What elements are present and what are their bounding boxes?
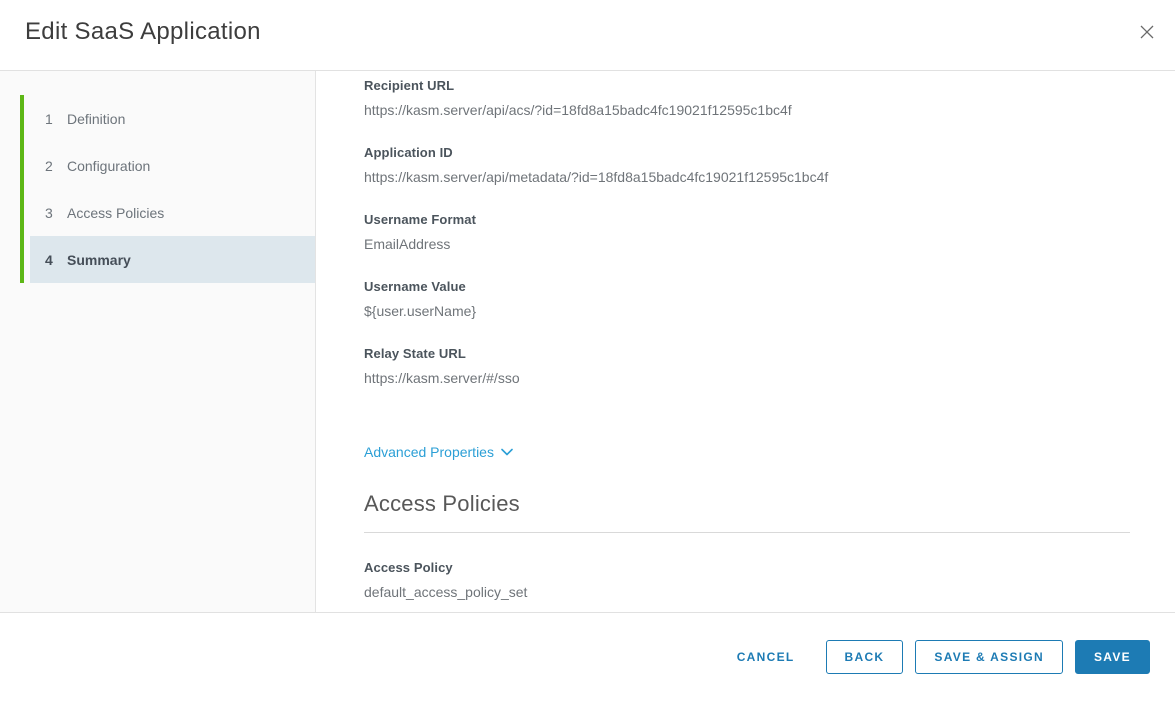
wizard-step-summary[interactable]: 4 Summary <box>30 236 315 283</box>
advanced-properties-label: Advanced Properties <box>364 444 494 460</box>
step-number: 1 <box>45 111 58 127</box>
access-policies-heading: Access Policies <box>364 491 1130 517</box>
field-username-value: Username Value ${user.userName} <box>364 279 1130 319</box>
dialog-header: Edit SaaS Application <box>0 0 1175 71</box>
step-label: Configuration <box>67 158 150 174</box>
wizard-progress-bar <box>20 95 24 283</box>
dialog-footer: CANCEL BACK SAVE & ASSIGN SAVE <box>0 613 1175 701</box>
save-assign-button[interactable]: SAVE & ASSIGN <box>915 640 1063 674</box>
dialog-body: 1 Definition 2 Configuration 3 Access Po… <box>0 71 1175 613</box>
save-button[interactable]: SAVE <box>1075 640 1150 674</box>
wizard-step-access-policies[interactable]: 3 Access Policies <box>30 189 315 236</box>
close-icon[interactable] <box>1133 18 1161 46</box>
step-label: Definition <box>67 111 125 127</box>
field-label: Recipient URL <box>364 78 1130 93</box>
field-access-policy: Access Policy default_access_policy_set <box>364 560 1130 600</box>
field-value: https://kasm.server/api/acs/?id=18fd8a15… <box>364 102 1130 118</box>
wizard-step-list: 1 Definition 2 Configuration 3 Access Po… <box>30 95 315 283</box>
step-label: Summary <box>67 252 131 268</box>
back-button[interactable]: BACK <box>826 640 904 674</box>
cancel-button[interactable]: CANCEL <box>727 640 805 674</box>
wizard-steps-sidebar: 1 Definition 2 Configuration 3 Access Po… <box>0 71 316 612</box>
wizard-step-definition[interactable]: 1 Definition <box>30 95 315 142</box>
field-application-id: Application ID https://kasm.server/api/m… <box>364 145 1130 185</box>
field-value: https://kasm.server/#/sso <box>364 370 1130 386</box>
advanced-properties-toggle[interactable]: Advanced Properties <box>364 444 513 460</box>
step-number: 4 <box>45 252 58 268</box>
field-label: Username Value <box>364 279 1130 294</box>
field-label: Access Policy <box>364 560 1130 575</box>
field-value: https://kasm.server/api/metadata/?id=18f… <box>364 169 1130 185</box>
step-number: 3 <box>45 205 58 221</box>
wizard-step-configuration[interactable]: 2 Configuration <box>30 142 315 189</box>
step-number: 2 <box>45 158 58 174</box>
field-username-format: Username Format EmailAddress <box>364 212 1130 252</box>
step-label: Access Policies <box>67 205 164 221</box>
summary-panel: Recipient URL https://kasm.server/api/ac… <box>316 71 1175 612</box>
edit-saas-application-dialog: Edit SaaS Application 1 Definition 2 Con… <box>0 0 1175 701</box>
field-value: EmailAddress <box>364 236 1130 252</box>
field-relay-state-url: Relay State URL https://kasm.server/#/ss… <box>364 346 1130 386</box>
section-divider <box>364 532 1130 533</box>
field-recipient-url: Recipient URL https://kasm.server/api/ac… <box>364 78 1130 118</box>
page-title: Edit SaaS Application <box>25 18 261 46</box>
field-label: Application ID <box>364 145 1130 160</box>
field-label: Username Format <box>364 212 1130 227</box>
field-value: ${user.userName} <box>364 303 1130 319</box>
field-label: Relay State URL <box>364 346 1130 361</box>
chevron-down-icon <box>501 448 513 456</box>
field-value: default_access_policy_set <box>364 584 1130 600</box>
